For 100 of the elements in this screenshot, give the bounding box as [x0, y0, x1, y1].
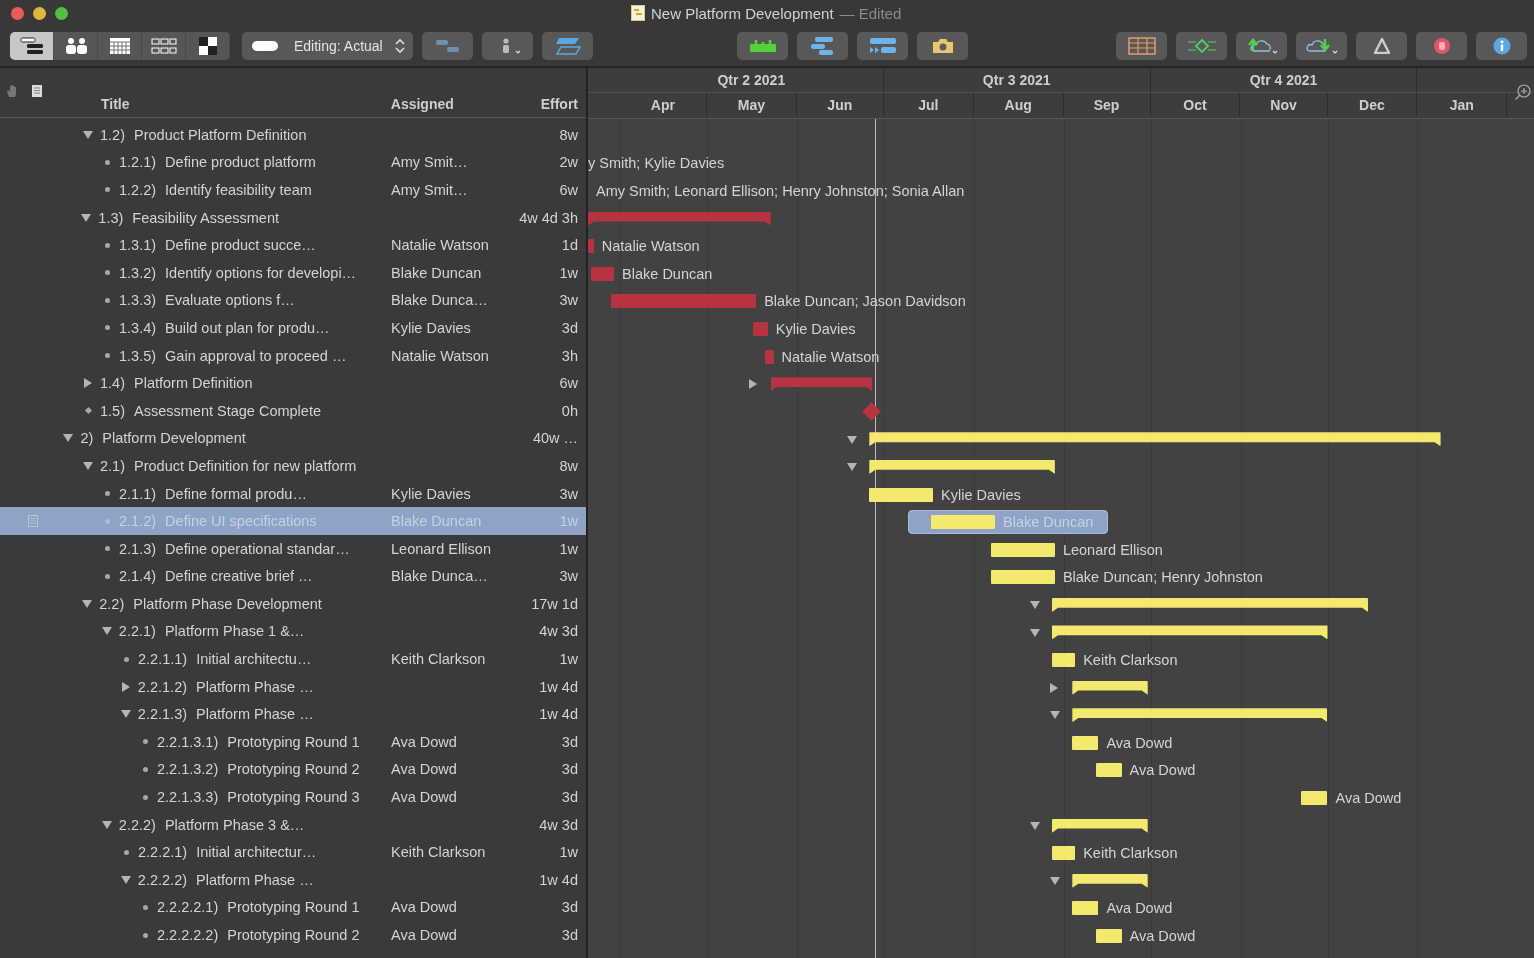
task-bar[interactable] [1052, 846, 1076, 861]
task-bar[interactable] [991, 542, 1055, 557]
effort-value: 1w [559, 540, 578, 557]
disclosure-triangle[interactable] [101, 820, 112, 829]
outline-row[interactable]: 1.3.4) Build out plan for produ… Kylie Davies 3d [0, 314, 586, 342]
summary-bar[interactable] [869, 432, 1441, 447]
outline-row[interactable]: 2.2.2.2.2) Prototyping Round 2 Ava Dowd 3d [0, 921, 586, 949]
zoom-button[interactable] [55, 6, 68, 20]
toolbar-button[interactable] [1416, 32, 1467, 60]
toolbar-button[interactable] [482, 32, 533, 60]
task-bar[interactable] [991, 570, 1055, 585]
zoom-in-icon[interactable] [1514, 83, 1532, 101]
outline-row[interactable]: 1.2) Product Platform Definition 8w [0, 121, 586, 149]
disclosure-triangle[interactable] [748, 379, 757, 390]
outline-row[interactable]: 2.2.1.3.1) Prototyping Round 1 Ava Dowd 3d [0, 728, 586, 756]
assignee-label: Ava Dowd [1129, 762, 1196, 779]
task-bar[interactable] [1301, 791, 1328, 806]
toolbar-button[interactable] [1176, 32, 1227, 60]
outline-row[interactable]: 1.3.5) Gain approval to proceed … Natalie Watson 3h [0, 341, 586, 370]
toolbar-button[interactable] [1356, 32, 1407, 60]
task-bar[interactable] [1052, 653, 1076, 668]
outline-row[interactable]: 1.5) Assessment Stage Complete 0h [0, 396, 586, 425]
toolbar-button[interactable] [737, 32, 788, 60]
disclosure-triangle[interactable] [81, 213, 92, 222]
outline-row[interactable]: 2.2.1) Platform Phase 1 &… 4w 3d [0, 617, 586, 646]
disclosure-triangle[interactable] [121, 681, 130, 692]
disclosure-triangle[interactable] [82, 599, 93, 608]
outline-number: 1.2) [100, 126, 125, 143]
minimize-button[interactable] [33, 6, 46, 20]
editing-popup[interactable]: Editing: Actual [242, 32, 413, 60]
disclosure-triangle[interactable] [1050, 682, 1059, 693]
outline-row[interactable]: 2.2.2.2) Platform Phase … 1w 4d [0, 866, 586, 894]
outline-row[interactable]: 1.2.2) Identify feasibility team Amy Smit… 6w [0, 176, 586, 204]
network-icon [150, 36, 177, 56]
assigned-name: Blake Dunca… [391, 292, 488, 309]
disclosure-triangle[interactable] [120, 875, 131, 884]
note-icon[interactable] [32, 85, 42, 97]
summary-bar[interactable] [1072, 680, 1148, 695]
toolbar-button[interactable] [542, 32, 593, 60]
task-bar[interactable] [869, 487, 934, 502]
outline-row[interactable]: 1.3.1) Define product succe… Natalie Watson 1d [0, 231, 586, 259]
summary-bar[interactable] [1072, 873, 1148, 888]
disclosure-triangle[interactable] [1050, 711, 1061, 720]
outline-row[interactable]: 1.3.2) Identify options for developi… Blake Duncan 1w [0, 258, 586, 287]
toolbar-button[interactable] [1296, 32, 1347, 60]
disclosure-triangle[interactable] [1030, 821, 1040, 830]
toolbar-button[interactable] [422, 32, 473, 60]
disclosure-triangle[interactable] [120, 710, 131, 719]
task-title: Prototyping Round 3 [227, 789, 360, 806]
toolbar-button[interactable] [917, 32, 968, 60]
disclosure-triangle[interactable] [1030, 601, 1040, 610]
toolbar-button[interactable] [1476, 32, 1527, 60]
toolbar-button[interactable] [857, 32, 908, 60]
view-mode-button[interactable] [10, 32, 54, 60]
outline-row[interactable]: 1.2.1) Define product platform Amy Smit… 2w [0, 148, 586, 177]
outline-row[interactable]: 2.2.2) Platform Phase 3 &… 4w 3d [0, 810, 586, 839]
disclosure-triangle[interactable] [847, 463, 858, 472]
summary-bar[interactable] [1072, 708, 1328, 723]
summary-bar[interactable] [1052, 818, 1148, 833]
disclosure-triangle[interactable] [847, 435, 858, 444]
outline-row[interactable]: 2.1) Product Definition for new platform 8w [0, 452, 586, 480]
disclosure-triangle[interactable] [101, 627, 112, 636]
summary-bar[interactable] [1052, 597, 1369, 612]
outline-row[interactable]: 2.2.1.3.2) Prototyping Round 2 Ava Dowd 3d [0, 755, 586, 784]
outline-row[interactable]: 2.1.4) Define creative brief … Blake Dunca… 3w [0, 562, 586, 591]
close-button[interactable] [11, 6, 24, 20]
outline-row[interactable]: 2.1.1) Define formal produ… Kylie Davies 3w [0, 479, 586, 508]
outline-row[interactable]: 2.2.1.3.3) Prototyping Round 3 Ava Dowd 3d [0, 783, 586, 811]
disclosure-triangle[interactable] [1030, 628, 1040, 637]
outline-row[interactable]: 2.2.1.3) Platform Phase … 1w 4d [0, 700, 586, 729]
column-header[interactable]: Effort [540, 96, 586, 112]
outline-row[interactable]: 2.2.2.2.1) Prototyping Round 1 Ava Dowd 3d [0, 893, 586, 922]
column-header[interactable]: Title [101, 96, 391, 112]
task-bar[interactable] [1095, 763, 1122, 778]
outline-row[interactable]: 1.3.3) Evaluate options f… Blake Dunca… 3w [0, 286, 586, 315]
summary-bar[interactable] [869, 459, 1055, 474]
disclosure-triangle[interactable] [83, 130, 93, 139]
outline-number: 1.2.2) [119, 182, 157, 198]
outline-row[interactable]: 2.1.3) Define operational standar… Leonard Ellison 1w [0, 534, 586, 563]
task-bar[interactable] [1095, 929, 1122, 943]
outline-row[interactable]: 2.2.1.2) Platform Phase … 1w 4d [0, 672, 586, 701]
outline-row[interactable]: 2) Platform Development 40w … [0, 424, 586, 453]
outline-row[interactable]: 2.2.2.1) Initial architectur… Keith Clarkson 1w [0, 838, 586, 867]
assignee-label: Kylie Davies [775, 320, 856, 337]
disclosure-triangle[interactable] [84, 378, 92, 389]
toolbar-button[interactable] [1116, 32, 1167, 60]
outline-row[interactable]: 2.2.1.1) Initial architectu… Keith Clarkson 1w [0, 645, 586, 673]
column-header[interactable]: Assigned [390, 96, 541, 112]
toolbar-button[interactable] [1236, 32, 1287, 60]
outline-row[interactable]: 1.4) Platform Definition 6w [0, 369, 586, 397]
outline-row[interactable]: 1.3) Feasibility Assessment 4w 4d 3h [0, 203, 586, 232]
toolbar-button[interactable] [797, 32, 848, 60]
outline-row[interactable]: 2.2) Platform Phase Development 17w 1d [0, 590, 586, 618]
task-bar[interactable] [1072, 735, 1099, 750]
disclosure-triangle[interactable] [63, 434, 74, 443]
disclosure-triangle[interactable] [1050, 877, 1061, 886]
disclosure-triangle[interactable] [83, 461, 93, 470]
outline-number: 2.2.1.3.3) [157, 789, 219, 806]
task-bar[interactable] [1072, 901, 1099, 916]
summary-bar[interactable] [1052, 625, 1328, 640]
